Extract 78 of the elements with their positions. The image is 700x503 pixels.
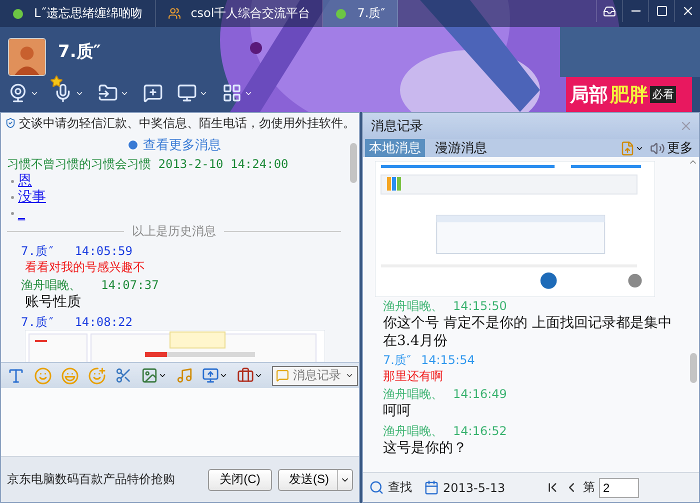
scrollbar-thumb[interactable] [690, 353, 696, 383]
message-text: 你这个号 肯定不是你的 上面找回记录都是集中在3.4月份 [382, 315, 673, 350]
message-text: 这号是你的？ [382, 440, 468, 457]
online-status-icon [12, 8, 24, 20]
message-icon [276, 369, 289, 382]
ad-link[interactable]: 京东电脑数码百款产品特价抢购 [7, 471, 175, 488]
sender-name: 7.质″ [21, 244, 55, 259]
date-text[interactable]: 2013-5-13 [443, 480, 506, 494]
message-time: 14:15:50 [453, 299, 507, 314]
history-message-link[interactable]: 没事 [18, 189, 46, 205]
message-time: 14:08:22 [74, 314, 132, 330]
ad-banner[interactable]: 局部肥胖 必看 [566, 77, 692, 112]
contact-name: 7.质″ [58, 41, 101, 64]
ad-tag: 必看 [650, 86, 676, 103]
speaker-icon [650, 140, 665, 156]
more-messages-link[interactable]: 查看更多消息 [127, 136, 221, 154]
shield-icon [5, 116, 16, 130]
sender-name: 渔舟唱晚、 [383, 299, 443, 314]
chat-tab[interactable]: L˝遗忘思绪缠绵啲吻 [0, 0, 156, 27]
maximize-icon [656, 5, 668, 17]
sender-name: 渔舟唱晚、 [383, 424, 443, 438]
message-text: 账号性质 [24, 294, 82, 312]
group-icon [168, 7, 181, 20]
tray-icon [603, 4, 616, 18]
sender-name: 渔舟唱晚、 [21, 278, 81, 293]
folder-icon [98, 83, 118, 103]
image-icon[interactable] [141, 367, 167, 384]
page-label: 第 [583, 479, 595, 496]
message-time: 14:07:37 [101, 278, 159, 293]
close-chat-button[interactable]: 关闭(C) [208, 468, 272, 490]
sender-name: 渔舟唱晚、 [383, 387, 443, 402]
send-button[interactable]: 发送(S) [278, 468, 353, 490]
message-time: 14:15:54 [420, 353, 475, 368]
toolbox-icon[interactable] [237, 367, 263, 384]
online-status-icon [335, 8, 348, 20]
history-divider: 以上是历史消息 [132, 223, 216, 240]
search-icon[interactable] [369, 480, 384, 495]
ad-text: 肥胖 [610, 82, 648, 108]
notice-text: 交谈中请勿轻信汇款、中奖信息、陌生电话，勿使用外挂软件。 [19, 114, 355, 132]
apps-button[interactable] [222, 83, 253, 103]
screenshot-icon[interactable] [115, 367, 132, 384]
ad-text: 局部 [570, 82, 608, 108]
screen-button[interactable] [177, 83, 208, 103]
chat-tab[interactable]: 7.质″ [323, 0, 398, 27]
message-time: 14:16:49 [453, 387, 507, 402]
panel-title: 消息记录 [371, 118, 423, 135]
sender-name: 7.质″ [21, 314, 55, 330]
page-field[interactable]: 2 [599, 478, 639, 498]
webcam-icon [8, 83, 28, 103]
history-header: 习惯不曾习惯的习惯会习惯 2013-2-10 14:24:00 [7, 157, 288, 171]
more-button[interactable]: 更多 [650, 139, 693, 157]
screen-share-icon[interactable] [202, 367, 228, 384]
caret-icon [345, 371, 354, 380]
message-input[interactable] [1, 388, 359, 456]
music-icon[interactable] [176, 367, 193, 384]
clock-icon [127, 139, 139, 151]
message-plus-icon [143, 83, 163, 103]
message-time: 14:16:52 [453, 424, 507, 438]
message-text: 看看对我的号感兴趣不 [24, 260, 146, 275]
font-icon[interactable] [7, 366, 25, 384]
file-button[interactable] [98, 83, 129, 103]
search-link[interactable]: 查找 [388, 479, 412, 496]
calendar-icon[interactable] [424, 480, 439, 495]
monitor-icon [177, 83, 197, 103]
sender-name: 7.质″ [383, 353, 411, 368]
webcam-button[interactable] [8, 83, 39, 103]
file-upload-icon [620, 140, 635, 156]
message-text: 那里还有啊 [382, 369, 444, 384]
message-history-button[interactable]: 消息记录 [272, 366, 358, 386]
message-time: 14:05:59 [74, 244, 132, 259]
history-message-link[interactable]: 恩 [18, 173, 32, 189]
scrollbar-thumb[interactable] [350, 143, 356, 183]
history-message-link[interactable]: _ [18, 205, 25, 221]
message-text: 呵呵 [382, 403, 412, 420]
grid-icon [222, 83, 242, 103]
history-tab[interactable]: 漫游消息 [431, 139, 491, 157]
avatar[interactable] [8, 38, 46, 76]
new-message-button[interactable] [143, 83, 163, 103]
